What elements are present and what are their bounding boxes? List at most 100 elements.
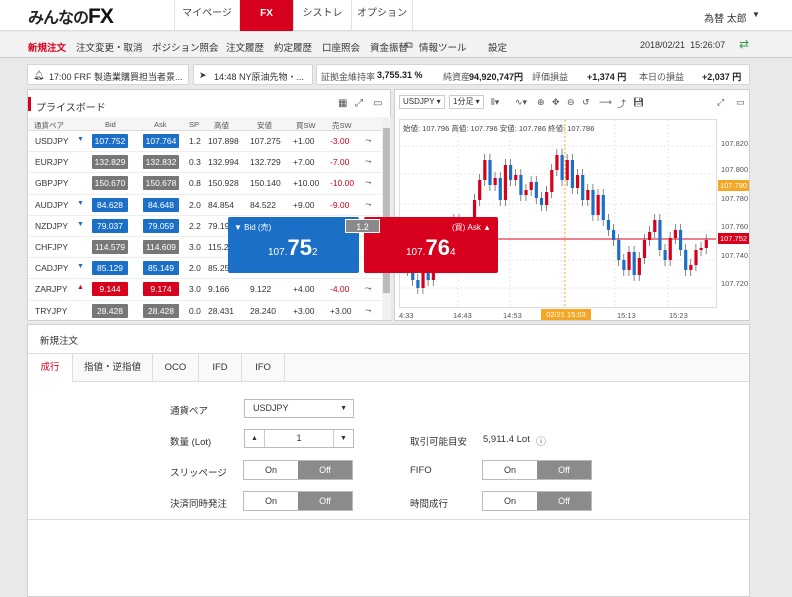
bid-quote[interactable]: 28.428 [92,303,128,318]
chart-interval-select[interactable]: 1分足 ▾ [449,95,484,109]
user-name[interactable]: 為替 太郎 [704,10,747,25]
subnav-fund-transfer[interactable]: 資金振替 [370,40,408,54]
pair-select[interactable]: USDJPY ▼ [244,399,354,418]
toggle-off[interactable]: Off [537,492,591,510]
col-low[interactable]: 安値 [257,120,272,131]
nav-tab-fx[interactable]: FX [239,0,293,31]
decrement-button[interactable]: ▲ [245,430,265,447]
tab-oco[interactable]: OCO [153,354,199,382]
chart-link-icon[interactable]: ⤳ [365,284,371,294]
candle-type-icon[interactable]: ⫴▾ [491,97,499,108]
tab-ifo[interactable]: IFO [242,354,285,382]
bid-quote[interactable]: 114.579 [92,240,128,254]
chart-link-icon[interactable]: ⤳ [365,136,371,146]
toggle-on[interactable]: On [483,461,537,479]
table-row[interactable]: GBPJPY 150.670 150.678 0.8 150.928 150.140 +10… [28,173,382,195]
tab-market[interactable]: 成行 [28,354,73,382]
table-row[interactable]: AUDJPY ▼ 84.628 84.648 2.0 84.854 84.522 +9.00 -… [28,195,382,216]
toggle-off[interactable]: Off [537,461,591,479]
bid-quote[interactable]: 107.752 [92,134,128,148]
col-high[interactable]: 高値 [214,120,229,131]
chart-pair-select[interactable]: USDJPY ▾ [399,95,445,109]
toggle-on[interactable]: On [483,492,537,510]
nav-tab-mypage[interactable]: マイページ [174,0,239,31]
table-row[interactable]: EURJPY 132.829 132.832 0.3 132.994 132.729 +7.… [28,152,382,174]
ask-quote[interactable]: 28.428 [143,303,179,318]
col-pair[interactable]: 通貨ペア [34,120,64,131]
subnav-execution-history[interactable]: 約定履歴 [274,40,312,54]
logo[interactable]: みんなのFX [28,4,114,29]
chart-canvas[interactable] [400,120,716,307]
candlestick-chart[interactable] [399,119,717,308]
bid-quote[interactable]: 79.037 [92,218,128,233]
chart-link-icon[interactable]: ⤳ [365,178,371,188]
toggle-off[interactable]: Off [298,461,352,479]
col-bid[interactable]: Bid [105,120,116,129]
trend-icon[interactable]: ⤴ [617,97,626,110]
ask-quote[interactable]: 79.059 [143,218,179,233]
table-row[interactable]: TRYJPY 28.428 28.428 0.0 28.431 28.240 +3.00 +3… [28,301,382,322]
table-row[interactable]: ZARJPY ▲ 9.144 9.174 3.0 9.166 9.122 +4.00 -4.00… [28,279,382,301]
slippage-toggle[interactable]: On Off [243,460,353,480]
nav-tab-option[interactable]: オプション [351,0,413,31]
expand-icon[interactable]: ⤢ [717,97,724,108]
subnav-positions[interactable]: ポジション照会 [152,40,219,54]
monitor-icon[interactable]: ▭ [736,97,745,108]
timed-market-toggle[interactable]: On Off [482,491,592,511]
chart-link-icon[interactable]: ⤳ [365,157,371,167]
move-icon[interactable]: ✥ [552,97,560,108]
bid-quote[interactable]: 84.628 [92,197,128,212]
bid-quote[interactable]: 85.129 [92,261,128,276]
line-icon[interactable]: ⟶ [599,97,612,108]
subnav-info-tools[interactable]: 情報ツール [419,40,467,54]
ask-quote[interactable]: 132.832 [143,155,179,170]
ask-quote[interactable]: 107.764 [143,134,179,148]
subnav-new-order[interactable]: 新規注文 [28,40,66,54]
increment-button[interactable]: ▼ [333,430,353,447]
grid-icon[interactable]: ▦ [338,98,347,109]
subnav-order-history[interactable]: 注文履歴 [226,40,264,54]
reset-icon[interactable]: ↺ [582,97,590,108]
tab-limit-stop[interactable]: 指値・逆指値 [73,354,153,382]
save-icon[interactable]: 💾︎ [633,97,644,108]
chevron-down-icon[interactable]: ▼ [752,10,760,19]
monitor-icon[interactable]: ▭ [373,98,382,109]
ask-quote[interactable]: 150.678 [143,176,179,191]
sell-bid-button[interactable]: ▼ Bid (売) 107.752 [228,217,359,273]
quantity-input[interactable]: 1 [265,430,333,447]
refresh-icon[interactable]: ⇄ [739,37,749,51]
buy-ask-button[interactable]: (買) Ask ▲ 107.764 [364,217,498,273]
subnav-modify-cancel[interactable]: 注文変更・取消 [76,40,143,54]
bid-quote[interactable]: 9.144 [92,282,128,297]
ask-quote[interactable]: 84.648 [143,197,179,212]
toggle-on[interactable]: On [244,461,298,479]
help-icon[interactable]: ⓘ [536,433,546,448]
ask-quote[interactable]: 85.149 [143,261,179,276]
chart-link-icon[interactable]: ⤳ [365,200,371,210]
toggle-on[interactable]: On [244,492,298,510]
ask-quote[interactable]: 9.174 [143,282,179,297]
news-ticker-2[interactable]: ➤ 14:48 NY原油先物・... [193,64,313,85]
news-ticker-1[interactable]: 🔔︎ 17:00 FRF 製造業購買担当者景... [27,64,189,85]
tab-ifd[interactable]: IFD [199,354,242,382]
col-ask[interactable]: Ask [154,120,167,129]
bid-quote[interactable]: 132.829 [92,155,128,170]
fifo-toggle[interactable]: On Off [482,460,592,480]
subnav-account[interactable]: 口座照会 [322,40,360,54]
zoom-out-icon[interactable]: ⊖ [567,97,575,108]
chart-link-icon[interactable]: ⤳ [365,306,371,316]
table-row[interactable]: USDJPY ▼ 107.752 107.764 1.2 107.898 107.275 +1… [28,131,382,153]
toggle-off[interactable]: Off [298,492,352,510]
bid-quote[interactable]: 150.670 [92,176,128,191]
nav-tab-systrade[interactable]: シストレ [293,0,351,31]
settle-order-toggle[interactable]: On Off [243,491,353,511]
zoom-in-icon[interactable]: ⊕ [537,97,545,108]
subnav-settings[interactable]: 設定 [488,40,507,54]
col-sell-swap[interactable]: 売SW [332,120,352,131]
col-buy-swap[interactable]: 買SW [296,120,316,131]
indicator-icon[interactable]: ∿▾ [515,97,527,108]
col-sp[interactable]: SP [189,120,199,129]
expand-icon[interactable]: ⤢ [355,98,363,109]
ask-quote[interactable]: 114.609 [143,240,179,254]
quantity-stepper[interactable]: ▲ 1 ▼ [244,429,354,448]
